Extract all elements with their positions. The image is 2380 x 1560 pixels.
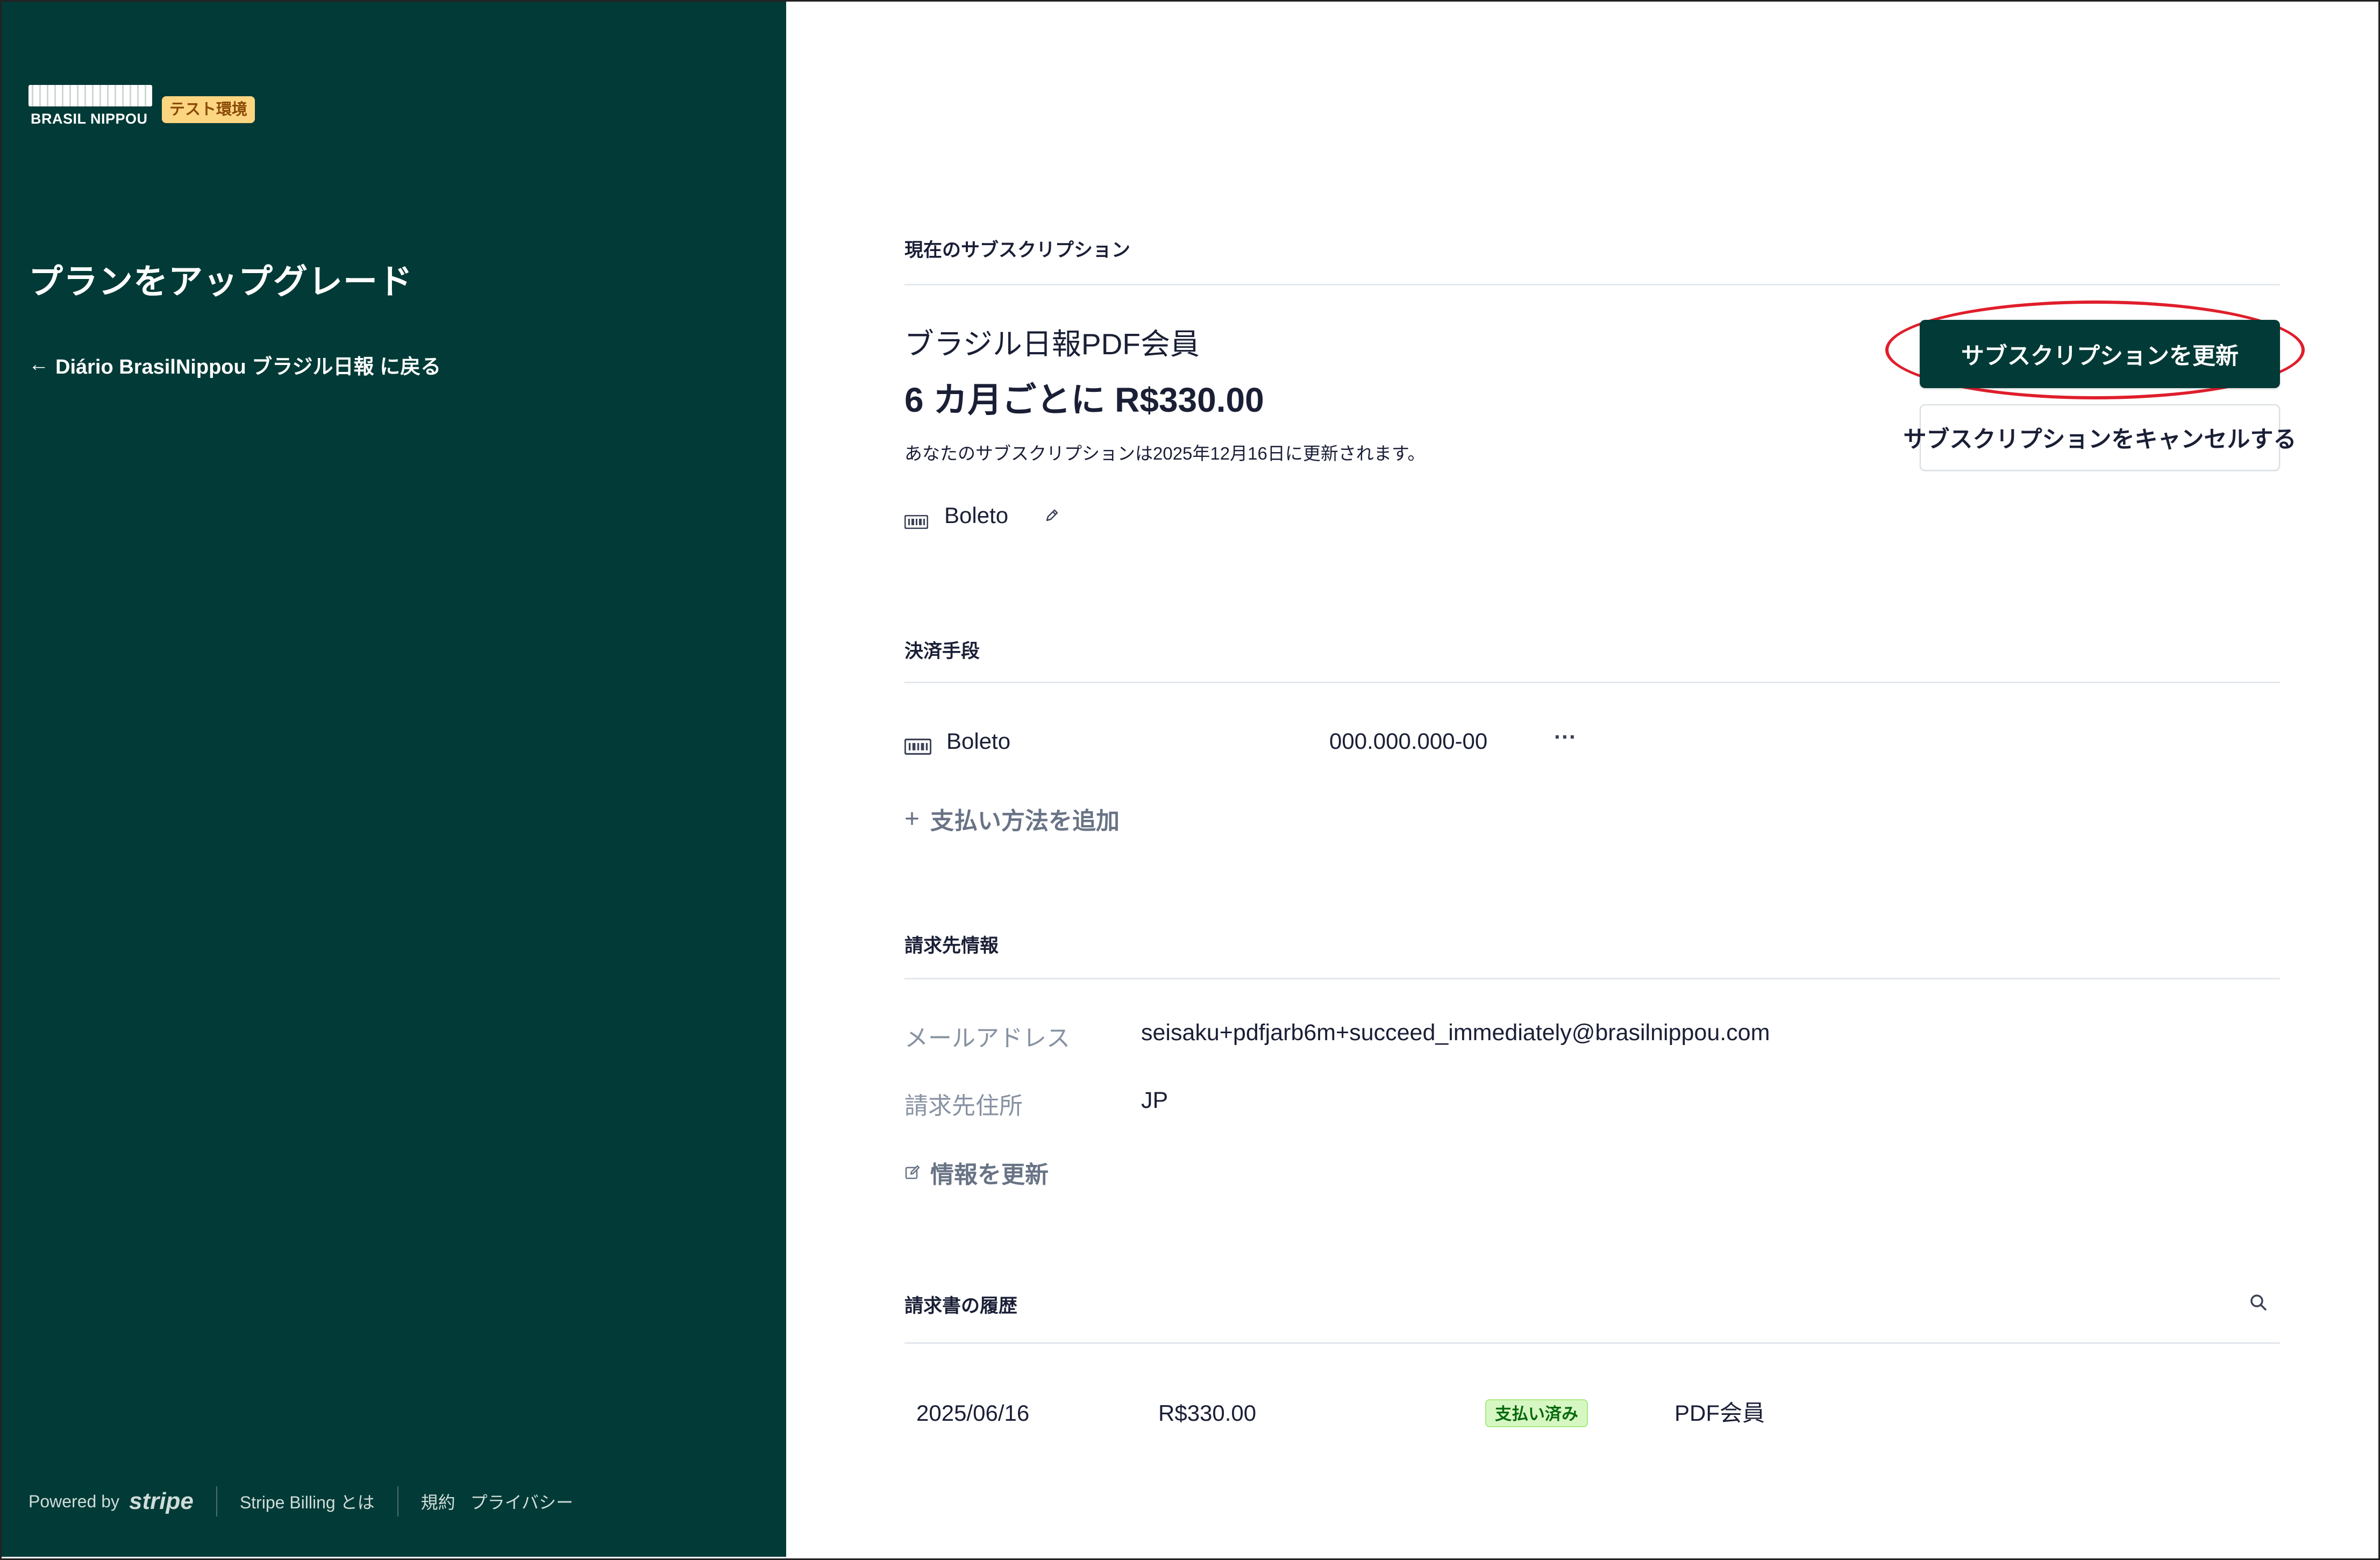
back-link-label: Diário BrasilNippou ブラジル日報 に戻る [55,356,441,378]
subscription-payment-method: Boleto [904,503,1060,529]
subscription-payment-label: Boleto [944,503,1009,528]
stripe-logo[interactable]: stripe [129,1488,194,1515]
email-label: メールアドレス [904,1025,1070,1051]
invoice-date: 2025/06/16 [916,1400,1030,1426]
invoice-row[interactable]: 2025/06/16 R$330.00 支払い済み PDF会員 [904,1397,2280,1429]
more-icon[interactable]: ··· [1554,724,1577,750]
payment-method-label: Boleto [946,728,1011,754]
pencil-icon[interactable] [1044,507,1060,524]
terms-link[interactable]: 規約 [421,1489,455,1514]
edit-icon [904,1164,921,1180]
section-divider [904,978,2280,979]
email-value: seisaku+pdfjarb6m+succeed_immediately@br… [1141,1020,1770,1046]
powered-by-label: Powered by [28,1491,119,1511]
add-payment-method-link[interactable]: + 支払い方法を追加 [904,802,1120,836]
invoice-description: PDF会員 [1674,1400,1765,1426]
sidebar: BRASIL NIPPOU テスト環境 プランをアップグレード ← Diário… [2,2,786,1557]
payment-method-row[interactable]: Boleto 000.000.000-00 ··· [904,724,2280,758]
back-arrow-icon: ← [28,353,49,376]
plan-name: ブラジル日報PDF会員 [904,327,1200,361]
update-info-label: 情報を更新 [930,1162,1049,1188]
payment-method-type: Boleto [904,728,1011,755]
cancel-subscription-button[interactable]: サブスクリプションをキャンセルする [1904,404,2297,471]
brand-logo[interactable]: BRASIL NIPPOU [28,85,152,128]
payment-method-number: 000.000.000-00 [1329,728,1488,754]
sidebar-title: プランをアップグレード [28,262,413,301]
logo-text: BRASIL NIPPOU [31,111,148,127]
renewal-note: あなたのサブスクリプションは2025年12月16日に更新されます。 [904,443,1426,463]
status-badge: 支払い済み [1485,1399,1588,1427]
logo-banner [28,85,152,106]
current-subscription-heading: 現在のサブスクリプション [904,240,1131,261]
section-divider [904,682,2280,683]
footer-divider [397,1486,398,1516]
address-label: 請求先住所 [904,1093,1023,1119]
privacy-link[interactable]: プライバシー [471,1489,573,1514]
update-info-link[interactable]: 情報を更新 [904,1155,1049,1190]
test-mode-badge: テスト環境 [162,96,255,123]
billing-info-heading: 請求先情報 [904,935,999,956]
invoice-amount: R$330.00 [1158,1400,1257,1426]
main-content: 現在のサブスクリプション ブラジル日報PDF会員 6 カ月ごとに R$330.0… [786,2,2378,1557]
search-icon[interactable] [2249,1293,2268,1312]
update-subscription-button[interactable]: サブスクリプションを更新 [1920,320,2280,388]
card-icon [904,734,932,755]
add-payment-method-label: 支払い方法を追加 [930,808,1120,834]
plan-price: 6 カ月ごとに R$330.00 [904,381,1264,419]
invoice-history-heading: 請求書の履歴 [904,1296,1018,1316]
address-value: JP [1141,1087,1168,1113]
section-divider [904,1342,2280,1344]
sidebar-footer: Powered by stripe Stripe Billing とは 規約 プ… [28,1486,573,1516]
back-link[interactable]: ← Diário BrasilNippou ブラジル日報 に戻る [28,350,441,380]
card-icon [904,509,929,529]
section-divider [904,284,2280,285]
plus-icon: + [904,804,920,833]
payment-methods-heading: 決済手段 [904,641,980,662]
stripe-billing-link[interactable]: Stripe Billing とは [240,1489,375,1514]
footer-divider [216,1486,217,1516]
